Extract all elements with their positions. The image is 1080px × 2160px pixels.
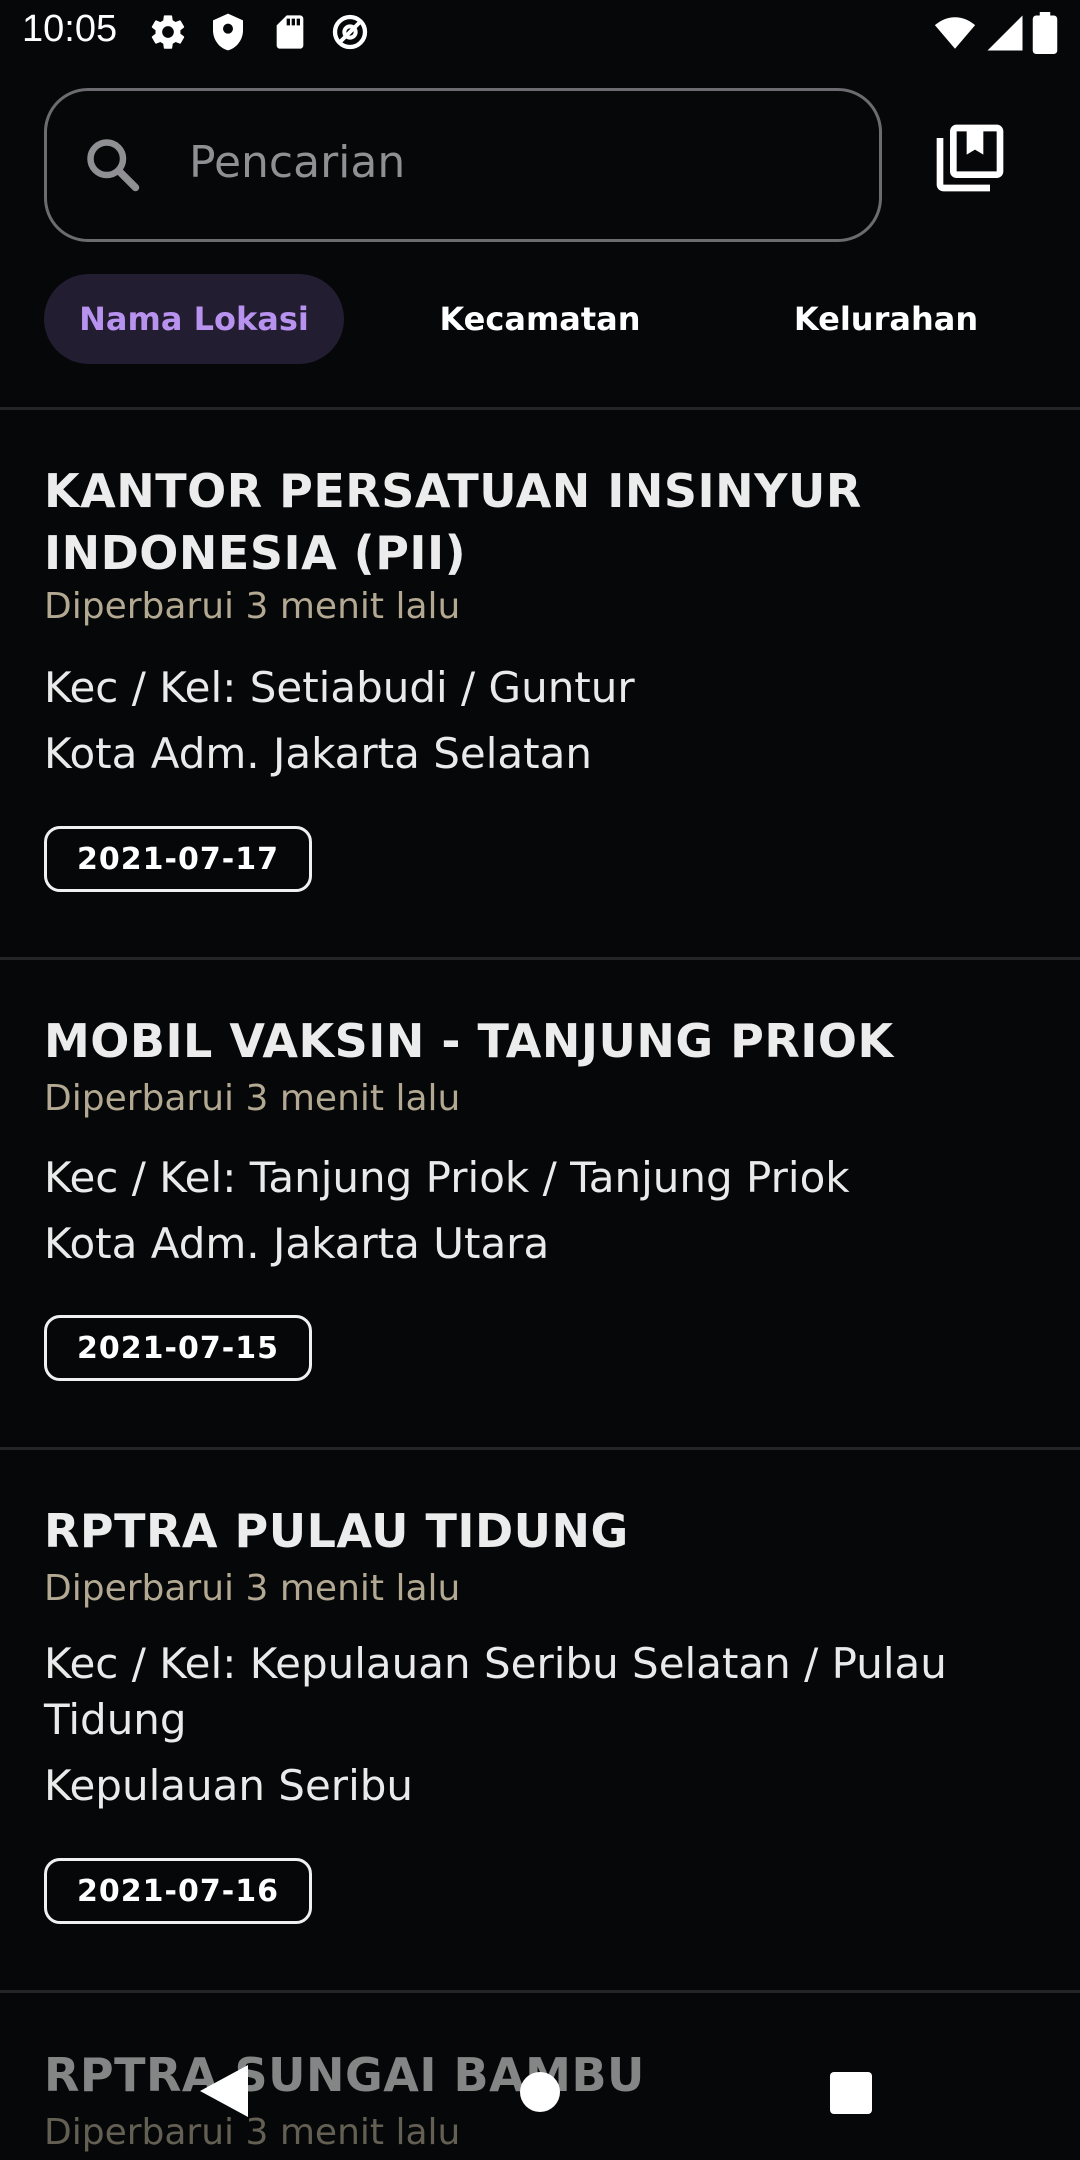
divider — [0, 957, 1080, 960]
battery-icon — [1032, 12, 1058, 54]
date-badge: 2021-07-17 — [44, 826, 312, 892]
tab-kelurahan[interactable]: Kelurahan — [736, 274, 1036, 364]
list-item[interactable]: RPTRA PULAU TIDUNG Diperbarui 3 menit la… — [0, 1500, 1080, 1990]
home-button[interactable] — [520, 2072, 560, 2112]
kec-kel-text: Kec / Kel: Tanjung Priok / Tanjung Priok — [44, 1153, 850, 1202]
location-title: RPTRA PULAU TIDUNG — [44, 1504, 629, 1558]
kota-text: Kota Adm. Jakarta Utara — [44, 1219, 550, 1268]
status-bar: 10:05 — [0, 0, 1080, 66]
divider — [0, 407, 1080, 410]
kec-kel-text: Kec / Kel: Setiabudi / Guntur — [44, 663, 635, 712]
updated-time: Diperbarui 3 menit lalu — [44, 2112, 461, 2153]
wifi-icon — [934, 17, 976, 49]
back-icon[interactable] — [200, 2065, 248, 2117]
kec-kel-text: Kec / Kel: Kepulauan Seribu Selatan / Pu… — [44, 1639, 947, 1744]
updated-time: Diperbarui 3 menit lalu — [44, 1568, 461, 1609]
status-time: 10:05 — [22, 8, 118, 50]
location-title: MOBIL VAKSIN - TANJUNG PRIOK — [44, 1014, 894, 1068]
list-item[interactable]: KANTOR PERSATUAN INSINYUR INDONESIA (PII… — [0, 460, 1080, 960]
sd-card-icon — [276, 15, 304, 49]
search-placeholder: Pencarian — [189, 137, 406, 188]
kota-text: Kota Adm. Jakarta Selatan — [44, 729, 592, 778]
settings-icon — [151, 15, 185, 49]
shield-icon — [213, 13, 243, 51]
divider — [0, 1447, 1080, 1450]
date-badge: 2021-07-16 — [44, 1858, 312, 1924]
tab-kecamatan[interactable]: Kecamatan — [390, 274, 690, 364]
kota-text: Kepulauan Seribu — [44, 1761, 414, 1810]
at-sign-icon — [332, 14, 368, 50]
recent-apps-button[interactable] — [830, 2072, 872, 2114]
search-input[interactable]: Pencarian — [44, 88, 882, 242]
updated-time: Diperbarui 3 menit lalu — [44, 586, 461, 627]
bookmarks-icon[interactable] — [930, 118, 1010, 198]
list-item[interactable]: MOBIL VAKSIN - TANJUNG PRIOK Diperbarui … — [0, 1010, 1080, 1450]
updated-time: Diperbarui 3 menit lalu — [44, 1078, 461, 1119]
search-icon — [87, 139, 140, 192]
location-title: KANTOR PERSATUAN INSINYUR INDONESIA (PII… — [44, 464, 862, 580]
date-badge: 2021-07-15 — [44, 1315, 312, 1381]
divider — [0, 1990, 1080, 1993]
tab-nama-lokasi[interactable]: Nama Lokasi — [44, 274, 344, 364]
cell-signal-icon — [987, 15, 1023, 51]
